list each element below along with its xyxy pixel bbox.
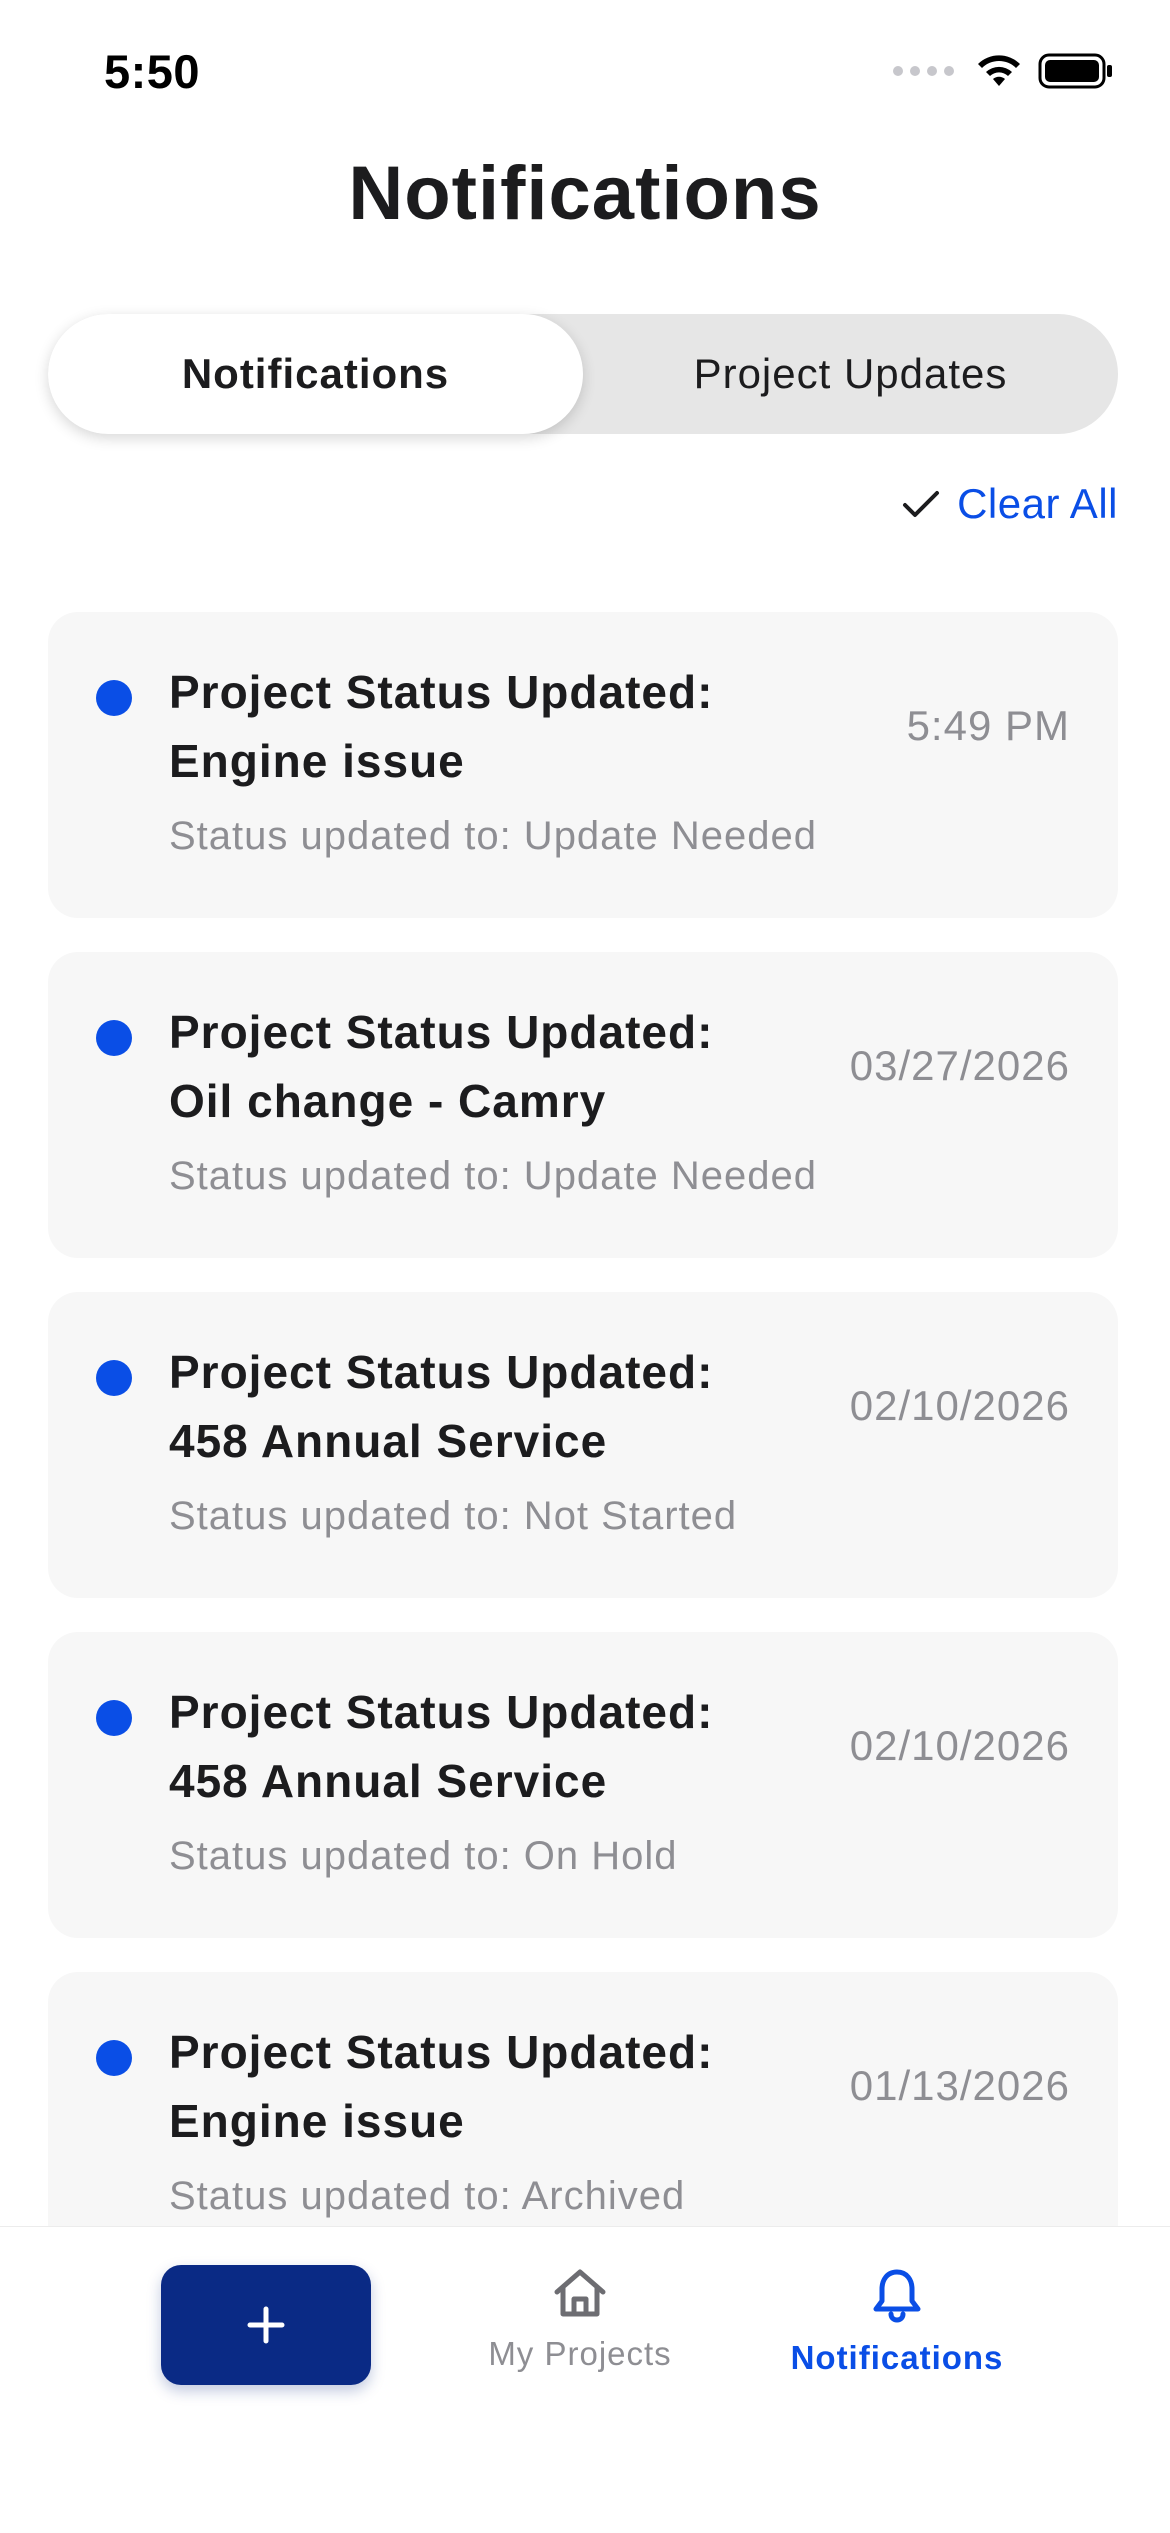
- cellular-signal-icon: [893, 66, 954, 76]
- tab-project-updates-segment[interactable]: Project Updates: [583, 314, 1118, 434]
- segmented-control: Notifications Project Updates: [48, 314, 1118, 434]
- notification-title: Project Status Updated: Engine issue: [169, 666, 714, 787]
- checkmark-icon: [903, 491, 940, 517]
- notification-body: Status updated to: Not Started: [169, 1494, 738, 1538]
- bell-icon: [873, 2269, 921, 2323]
- status-icons: [893, 52, 1114, 90]
- notification-date: 5:49 PM: [906, 702, 1070, 749]
- status-bar: 5:50: [0, 0, 1170, 150]
- notification-title: Project Status Updated: 458 Annual Servi…: [169, 1686, 714, 1807]
- notification-date: 02/10/2026: [849, 1722, 1070, 1769]
- notification-body: Status updated to: Archived: [169, 2174, 686, 2218]
- battery-icon: [1038, 53, 1112, 89]
- clear-all-button[interactable]: Clear All: [901, 480, 1118, 528]
- status-time: 5:50: [104, 45, 201, 98]
- notification-card[interactable]: Project Status Updated: 458 Annual Servi…: [48, 1632, 1118, 1938]
- notification-title: Project Status Updated: Oil change - Cam…: [169, 1006, 714, 1127]
- notification-title: Project Status Updated: 458 Annual Servi…: [169, 1346, 714, 1467]
- notification-date: 01/13/2026: [849, 2062, 1070, 2109]
- add-project-button[interactable]: [161, 2265, 371, 2385]
- tab-notifications-segment[interactable]: Notifications: [48, 314, 583, 434]
- unread-dot: [96, 680, 132, 716]
- unread-dot: [96, 2040, 132, 2076]
- clear-all-label: Clear All: [957, 480, 1118, 527]
- notification-card[interactable]: Project Status Updated: Oil change - Cam…: [48, 952, 1118, 1258]
- notification-card[interactable]: Project Status Updated: 458 Annual Servi…: [48, 1292, 1118, 1598]
- unread-dot: [96, 1360, 132, 1396]
- notification-body: Status updated to: On Hold: [169, 1834, 678, 1878]
- notification-title: Project Status Updated: Engine issue: [169, 2026, 714, 2147]
- tab-my-projects-label: My Projects: [488, 2335, 672, 2372]
- notification-body: Status updated to: Update Needed: [169, 814, 818, 858]
- notification-date: 03/27/2026: [849, 1042, 1070, 1089]
- notification-list: Project Status Updated: Engine issue 5:4…: [48, 612, 1118, 2312]
- tab-notifications[interactable]: Notifications: [767, 2267, 1027, 2377]
- plus-icon: [247, 2306, 285, 2344]
- bottom-tab-bar: My Projects Notifications: [0, 2226, 1170, 2533]
- unread-dot: [96, 1700, 132, 1736]
- notification-card[interactable]: Project Status Updated: Engine issue 5:4…: [48, 612, 1118, 918]
- unread-dot: [96, 1020, 132, 1056]
- page-title: Notifications: [348, 151, 822, 236]
- wifi-icon: [978, 55, 1020, 86]
- notification-body: Status updated to: Update Needed: [169, 1154, 818, 1198]
- notification-date: 02/10/2026: [849, 1382, 1070, 1429]
- home-icon: [554, 2269, 606, 2317]
- tab-my-projects[interactable]: My Projects: [450, 2267, 710, 2373]
- tab-notifications-label: Notifications: [790, 2339, 1004, 2376]
